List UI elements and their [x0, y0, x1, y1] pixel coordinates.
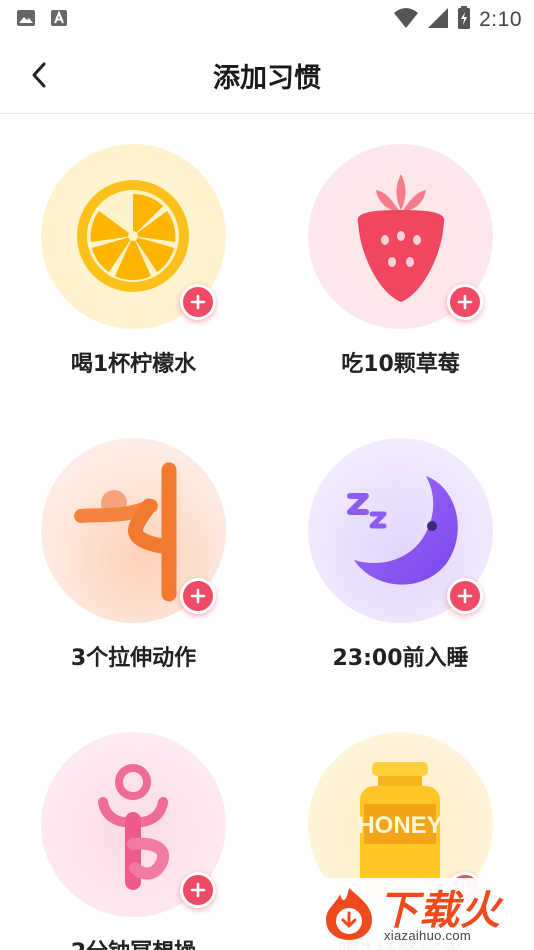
habit-card-stretching[interactable]: 3个拉伸动作: [0, 408, 267, 702]
habit-card-strawberries[interactable]: 吃10颗草莓: [267, 114, 534, 408]
svg-text:HONEY: HONEY: [357, 812, 442, 839]
habit-label: 2分钟冥想操: [0, 934, 267, 950]
add-habit-button[interactable]: [447, 578, 483, 614]
add-habit-button[interactable]: [180, 284, 216, 320]
status-bar: 2:10: [0, 0, 534, 36]
text-a-icon: [50, 9, 68, 31]
plus-icon: [457, 294, 473, 310]
habit-card-meditation[interactable]: 2分钟冥想操: [0, 702, 267, 950]
download-fire-logo: [326, 888, 372, 940]
page-title: 添加习惯: [213, 63, 321, 94]
cellular-signal-icon: [427, 7, 449, 33]
add-habit-button[interactable]: [180, 872, 216, 908]
habit-card-lemon-water[interactable]: 喝1杯柠檬水: [0, 114, 267, 408]
habit-label: 吃10颗草莓: [341, 352, 460, 377]
status-time: 2:10: [479, 8, 522, 31]
plus-icon: [190, 294, 206, 310]
plus-icon: [190, 588, 206, 604]
wifi-icon: [393, 7, 419, 33]
habit-label: 喝1杯柠檬水: [70, 352, 197, 377]
watermark: 下载火 xiazaihuo.com: [312, 878, 534, 950]
watermark-url: xiazaihuo.com: [384, 928, 471, 943]
add-habit-button[interactable]: [447, 284, 483, 320]
app-bar: 添加习惯: [0, 36, 534, 114]
habit-label: 3个拉伸动作: [70, 646, 197, 671]
plus-icon: [457, 588, 473, 604]
battery-charging-icon: [457, 6, 471, 34]
add-habit-button[interactable]: [180, 578, 216, 614]
habit-card-sleep[interactable]: 23:00前入睡: [267, 408, 534, 702]
habit-label: 23:00前入睡: [332, 646, 469, 671]
gallery-icon: [16, 9, 36, 31]
plus-icon: [190, 882, 206, 898]
